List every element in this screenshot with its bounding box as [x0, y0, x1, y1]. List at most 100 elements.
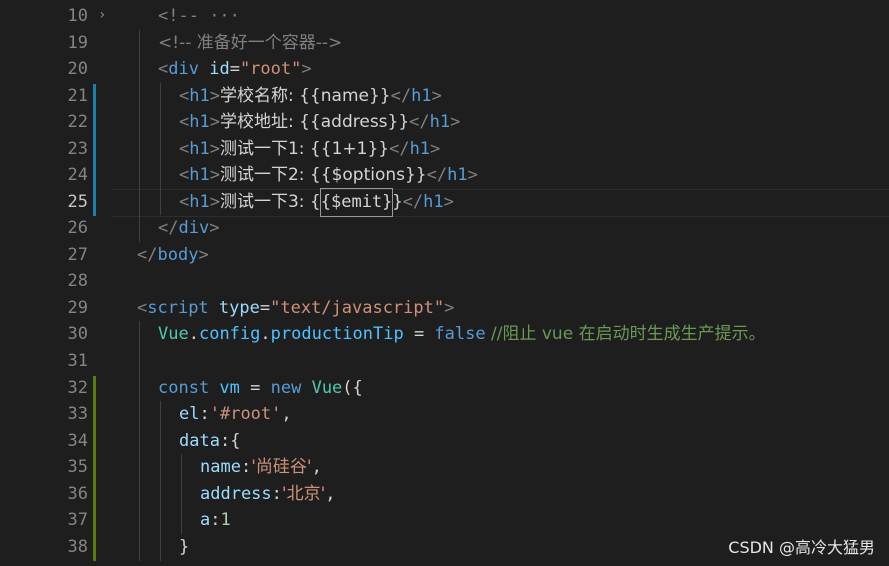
- tag-name: h1: [411, 86, 432, 106]
- code-line-29[interactable]: <script type="text/javascript">: [137, 295, 454, 322]
- attr-eq: =: [229, 59, 240, 79]
- string-value: '北京': [281, 484, 326, 504]
- scm-added-marker[interactable]: [93, 376, 96, 561]
- line-number: 20: [67, 59, 88, 79]
- code-line-30[interactable]: Vue.config.productionTip = false //阻止 vu…: [158, 321, 766, 348]
- tag-name: h1: [423, 192, 444, 212]
- attr-value: "root": [239, 59, 302, 79]
- line-number: 33: [67, 404, 88, 424]
- code-line-24[interactable]: <h1>测试一下2: {{$options}}</h1>: [179, 162, 478, 189]
- code-line-27[interactable]: </body>: [137, 242, 209, 269]
- string-value: '尚硅谷': [251, 457, 312, 477]
- line-number: 10: [67, 6, 88, 26]
- line-number: 36: [67, 484, 88, 504]
- code-line-19[interactable]: <!-- 准备好一个容器-->: [158, 30, 342, 57]
- line-number: 32: [67, 378, 88, 398]
- comma: ,: [281, 404, 292, 424]
- property: productionTip: [270, 324, 404, 344]
- line-number: 22: [67, 112, 88, 132]
- code-line-25[interactable]: <h1>测试一下3: {{$emit}}</h1>: [179, 188, 454, 217]
- code-line-34[interactable]: data:{: [179, 428, 240, 455]
- html-comment: <!-- 准备好一个容器-->: [158, 33, 343, 53]
- line-number: 19: [67, 33, 88, 53]
- line-number-gutter[interactable]: 10 › 19 20 21 22 23 24 25 26 27 28 29 30…: [0, 0, 112, 566]
- line-number: 23: [67, 139, 88, 159]
- operator: =: [239, 378, 271, 398]
- tag-name: div: [178, 218, 210, 238]
- line-number: 30: [67, 324, 88, 344]
- scm-modified-marker[interactable]: [93, 84, 96, 216]
- code-line-10[interactable]: <!-- ···: [158, 3, 240, 30]
- indent-guide: [139, 30, 140, 242]
- tag-name: h1: [189, 86, 210, 106]
- identifier: Vue: [158, 324, 189, 344]
- fold-chevron-icon[interactable]: ›: [98, 7, 106, 23]
- tag-name: h1: [447, 165, 468, 185]
- h1-content: 学校地址: {{address}}: [219, 112, 410, 132]
- code-line-35[interactable]: name:'尚硅谷',: [200, 454, 322, 481]
- code-line-20[interactable]: <div id="root">: [158, 56, 312, 83]
- tag-bracket: <: [158, 59, 169, 79]
- watermark: CSDN @高冷大猛男: [728, 538, 875, 557]
- line-number: 24: [67, 165, 88, 185]
- class-name: Vue: [301, 378, 343, 398]
- code-line-26[interactable]: </div>: [158, 215, 219, 242]
- line-number: 31: [67, 351, 88, 371]
- keyword: const: [158, 378, 210, 398]
- number-value: 1: [220, 510, 231, 530]
- object-key: a: [200, 510, 211, 530]
- indent-guide: [160, 83, 161, 215]
- object-key: name: [200, 457, 241, 477]
- h1-content: 测试一下1: {{1+1}}: [219, 139, 390, 159]
- closing-brace: }: [179, 537, 190, 557]
- colon: :: [199, 404, 210, 424]
- h1-content: 学校名称: {{name}}: [219, 86, 391, 106]
- code-line-33[interactable]: el:'#root',: [179, 401, 292, 428]
- colon: :: [271, 484, 282, 504]
- code-line-36[interactable]: address:'北京',: [200, 481, 336, 508]
- punctuation: :{: [219, 431, 241, 451]
- indent-guide: [139, 321, 140, 561]
- string-value: '#root': [209, 404, 282, 424]
- operator: =: [403, 324, 435, 344]
- comment-open: <!--: [158, 6, 199, 26]
- colon: :: [210, 510, 221, 530]
- property: config: [198, 324, 261, 344]
- line-number: 29: [67, 298, 88, 318]
- attr-name: type: [208, 298, 260, 318]
- line-number-active: 25: [67, 192, 88, 212]
- tag-name: div: [168, 59, 199, 79]
- object-key: el: [179, 404, 200, 424]
- attr-name: id: [198, 59, 230, 79]
- keyword: false: [434, 324, 486, 344]
- colon: :: [240, 457, 252, 477]
- indent-guide: [181, 454, 182, 534]
- code-line-23[interactable]: <h1>测试一下1: {{1+1}}</h1>: [179, 136, 440, 163]
- indent-guide: [160, 401, 161, 561]
- code-line-21[interactable]: <h1>学校名称: {{name}}</h1>: [179, 83, 442, 110]
- bracket-match-highlight[interactable]: {$emit}: [319, 188, 394, 217]
- comma: ,: [325, 484, 336, 504]
- variable: vm: [209, 378, 240, 398]
- h1-content-tail: }: [392, 192, 403, 212]
- line-number: 21: [67, 86, 88, 106]
- tag-name: h1: [429, 112, 451, 132]
- line-number: 28: [67, 271, 88, 291]
- comma: ,: [311, 457, 322, 477]
- line-number: 37: [67, 510, 88, 530]
- code-editor[interactable]: 10 › 19 20 21 22 23 24 25 26 27 28 29 30…: [0, 0, 889, 566]
- keyword: new: [270, 378, 302, 398]
- code-line-38[interactable]: }: [179, 534, 189, 561]
- tag-name: h1: [189, 139, 210, 159]
- h1-content: 测试一下3: {: [219, 192, 321, 212]
- tag-name: h1: [189, 165, 210, 185]
- code-line-32[interactable]: const vm = new Vue({: [158, 375, 363, 402]
- tag-name: script: [147, 298, 209, 318]
- code-line-22[interactable]: <h1>学校地址: {{address}}</h1>: [179, 109, 460, 136]
- line-number: 38: [67, 537, 88, 557]
- folded-ellipsis[interactable]: ···: [199, 6, 240, 26]
- js-comment: //阻止 vue 在启动时生成生产提示。: [485, 324, 766, 344]
- tag-name: h1: [189, 192, 210, 212]
- code-area[interactable]: <!-- ··· <!-- 准备好一个容器--> <div id="root">…: [112, 0, 889, 566]
- code-line-37[interactable]: a:1: [200, 507, 231, 534]
